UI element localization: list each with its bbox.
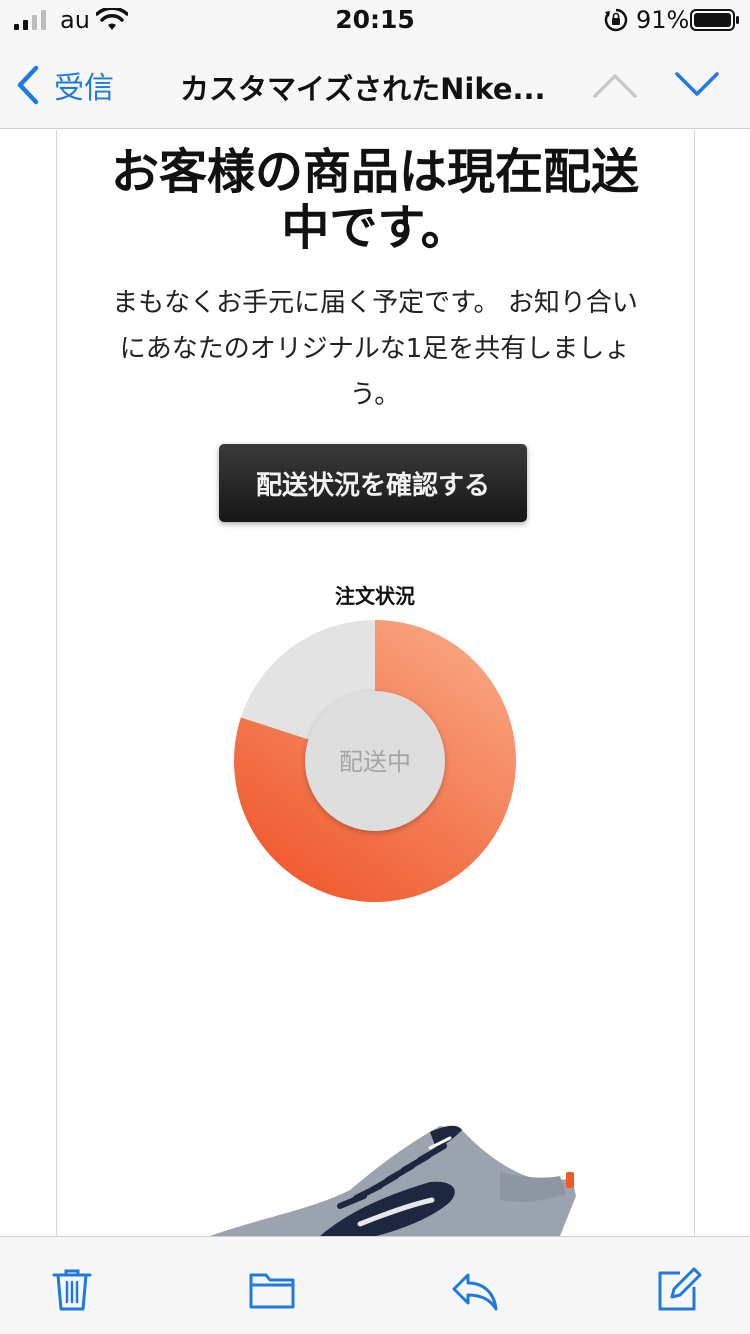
body-text: まもなくお手元に届く予定です。 お知り合い にあなたのオリジナルな1足を共有しま…: [86, 280, 664, 418]
email-subject: カスタマイズされたNike...: [180, 72, 546, 106]
compose-icon[interactable]: [654, 1265, 702, 1313]
body-line-2: にあなたのオリジナルな1足を共有しましょ: [119, 334, 631, 364]
body-line-1: まもなくお手元に届く予定です。 お知り合い: [112, 288, 638, 318]
back-button[interactable]: 受信: [14, 62, 114, 108]
rotation-lock-icon: [604, 8, 628, 32]
donut-center-label: 配送中: [339, 748, 411, 776]
body-line-3: う。: [349, 380, 401, 410]
reply-icon[interactable]: [450, 1265, 498, 1313]
track-shipment-button[interactable]: 配送状況を確認する: [219, 444, 527, 522]
folder-icon[interactable]: [248, 1265, 296, 1313]
email-body: お客様の商品は現在配送 中です。 まもなくお手元に届く予定です。 お知り合い に…: [0, 130, 750, 1236]
content-border-right: [694, 130, 695, 1236]
shoe-image: [210, 1125, 576, 1236]
chevron-down-icon[interactable]: [674, 66, 720, 104]
status-bar: au 20:15 91%: [0, 0, 750, 42]
content-border-left: [56, 130, 57, 1236]
mail-nav-bar: 受信 カスタマイズされたNike...: [0, 42, 750, 129]
headline-line-1: お客様の商品は現在配送: [110, 144, 639, 200]
battery-percent: 91%: [636, 6, 690, 34]
chart-title: 注文状況: [335, 584, 415, 608]
order-status-donut: 配送中: [234, 620, 516, 902]
trash-icon[interactable]: [48, 1265, 96, 1313]
headline: お客様の商品は現在配送 中です。: [70, 144, 680, 256]
headline-line-2: 中です。: [281, 200, 469, 256]
battery-icon: [690, 9, 739, 31]
mail-toolbar: [0, 1236, 750, 1334]
chevron-up-icon[interactable]: [592, 66, 638, 104]
back-label: 受信: [54, 71, 114, 106]
chevron-left-icon: [17, 65, 39, 105]
